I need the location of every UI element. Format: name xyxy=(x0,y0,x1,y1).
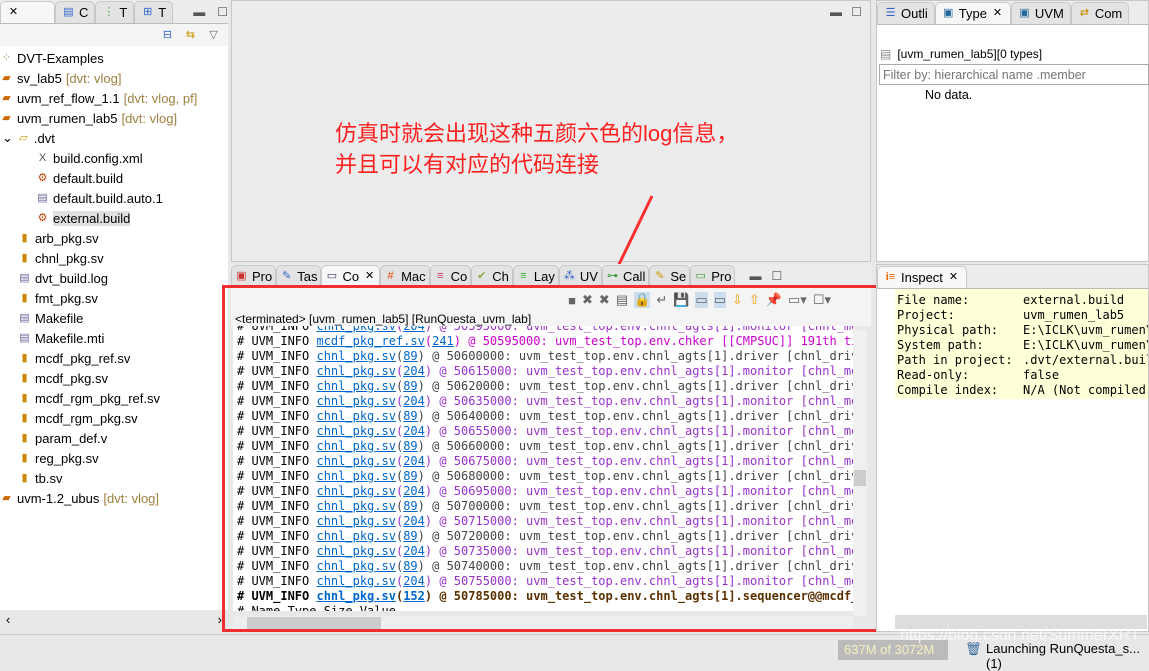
highlight-box xyxy=(222,285,894,632)
types-icon: ▤ xyxy=(880,47,892,61)
empty-message: No data. xyxy=(925,88,973,102)
inspect-value: .dvt/external.build xyxy=(1023,353,1148,367)
close-icon[interactable]: ✕ xyxy=(363,270,376,283)
console-tab-label: UV xyxy=(579,269,598,284)
inspect-value: uvm_rumen_lab5 xyxy=(1023,308,1125,322)
inspect-key: File name: xyxy=(897,293,970,307)
tab-type[interactable]: ▣ Type ✕ xyxy=(934,2,1011,24)
inspect-value: E:\ICLK\uvm_rumen\ xyxy=(1023,323,1148,337)
console-tab[interactable]: ⊶ Call xyxy=(601,265,650,287)
watermark: https://blog.csdn.net/SummerXRT xyxy=(900,627,1140,644)
console-tab[interactable]: ▭ Pro xyxy=(690,265,736,287)
console-icon: ▭ xyxy=(326,270,338,282)
inspect-row: Physical path: E:\ICLK\uvm_rumen\ xyxy=(897,323,1148,338)
console-tab[interactable]: ⁂ UV xyxy=(558,265,602,287)
console-tab[interactable]: # Mac xyxy=(380,265,430,287)
inspect-key: Read-only: xyxy=(897,368,970,382)
search-icon: ✎ xyxy=(655,270,665,282)
layers-icon: ≡ xyxy=(520,270,527,282)
console-tab[interactable]: ▭ Co ✕ xyxy=(321,265,381,287)
inspect-panel: i≡ Inspect ✕ File name: external.build Proje… xyxy=(876,264,1149,632)
progress-icon: ▭ xyxy=(695,270,706,282)
tab-uvm[interactable]: ▣ UVM xyxy=(1010,2,1071,24)
check-icon: ✔ xyxy=(477,270,487,282)
close-icon[interactable]: ✕ xyxy=(991,7,1004,20)
inspect-key: Path in project: xyxy=(897,353,1013,367)
type-header: [uvm_rumen_lab5][0 types] xyxy=(897,47,1043,61)
type-icon: ▣ xyxy=(943,7,954,19)
console-tab-label: Lay xyxy=(533,269,555,284)
console-tab-label: Co xyxy=(342,269,360,284)
console-tab[interactable]: ✎ Tas xyxy=(276,265,322,287)
console-tab-label: Tas xyxy=(297,269,318,284)
type-tab-bar: ☰ Outli ▣ Type ✕ ▣ UVM ⇄ Com xyxy=(877,1,1148,25)
inspect-tab-bar: i≡ Inspect ✕ xyxy=(877,265,1148,289)
inspect-value: N/A (Not compiled xyxy=(1023,383,1146,397)
inspect-key: Physical path: xyxy=(897,323,999,337)
inspect-value: false xyxy=(1023,368,1060,382)
console-tab-label: Pro xyxy=(711,269,732,284)
co-icon: ≡ xyxy=(436,270,444,282)
inspect-key: Project: xyxy=(897,308,955,322)
inspect-value: E:\ICLK\uvm_rumen\ xyxy=(1023,338,1148,352)
console-tab[interactable]: ✎ Se xyxy=(649,265,691,287)
status-bar: 637M of 3072M 🗑 Launching RunQuesta_s...… xyxy=(0,627,1149,671)
console-tab[interactable]: ▣ Pro xyxy=(231,265,277,287)
inspect-row: Path in project: .dvt/external.build xyxy=(897,353,1148,368)
inspect-table: File name: external.build Project: uvm_rume… xyxy=(895,289,1148,399)
tab-outline[interactable]: ☰ Outli xyxy=(877,2,935,24)
console-tab-label: Call xyxy=(622,269,646,284)
compare-icon: ⇄ xyxy=(1079,7,1089,19)
close-icon[interactable]: ✕ xyxy=(947,271,960,284)
pro-icon: ▣ xyxy=(236,270,247,282)
inspect-icon: i≡ xyxy=(885,271,896,283)
console-tab[interactable]: ✔ Ch xyxy=(471,265,513,287)
uvm-icon: ▣ xyxy=(1019,7,1030,19)
console-tab[interactable]: ≡ Lay xyxy=(512,265,559,287)
tab-inspect[interactable]: i≡ Inspect ✕ xyxy=(877,266,967,288)
macro-icon: # xyxy=(387,270,394,282)
filter-input[interactable] xyxy=(879,64,1149,85)
type-panel: ☰ Outli ▣ Type ✕ ▣ UVM ⇄ Com ▤ [uvm_rumen_lab5… xyxy=(876,0,1149,262)
outline-icon: ☰ xyxy=(885,7,896,19)
progress-status[interactable]: Launching RunQuesta_s... (1) xyxy=(986,641,1149,671)
inspect-row: Compile index: N/A (Not compiled xyxy=(897,383,1146,398)
inspect-key: System path: xyxy=(897,338,984,352)
inspect-key: Compile index: xyxy=(897,383,999,397)
inspect-value: external.build xyxy=(1023,293,1125,307)
inspect-row: Project: uvm_rumen_lab5 xyxy=(897,308,1146,323)
inspect-row: Read-only: false xyxy=(897,368,1146,383)
console-tab-label: Pro xyxy=(252,269,273,284)
uvm-icon: ⁂ xyxy=(563,270,575,282)
console-tab-label: Mac xyxy=(401,269,426,284)
console-tab[interactable]: ≡ Co xyxy=(429,265,472,287)
call-icon: ⊶ xyxy=(606,270,618,282)
console-maximize-button[interactable]: ☐ xyxy=(771,269,782,283)
inspect-row: File name: external.build xyxy=(897,293,1146,308)
console-tab-label: Co xyxy=(450,269,468,284)
console-tab-label: Ch xyxy=(492,269,509,284)
tab-com[interactable]: ⇄ Com xyxy=(1070,2,1130,24)
inspect-row: System path: E:\ICLK\uvm_rumen\ xyxy=(897,338,1148,353)
console-minimize-button[interactable]: ▬ xyxy=(749,269,761,283)
tasks-icon: ✎ xyxy=(282,270,292,282)
console-tab-label: Se xyxy=(670,269,687,284)
